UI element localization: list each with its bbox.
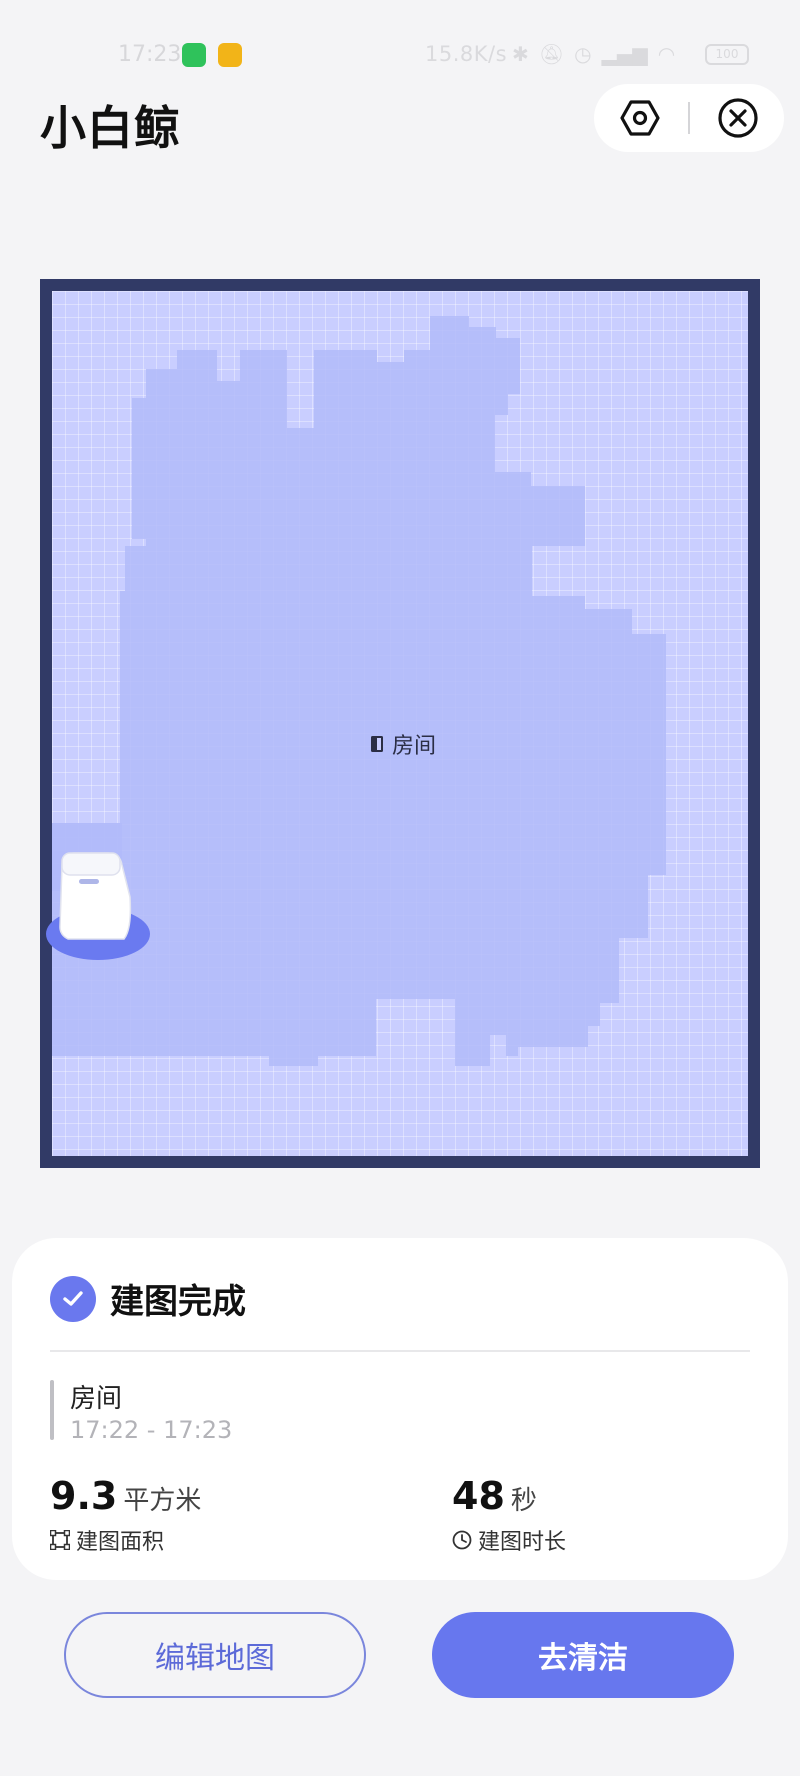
bluetooth-icon: ✱ — [512, 42, 529, 66]
clock-icon — [452, 1530, 472, 1550]
status-icons: ✱ 🔕︎ ◷ ▂▄▆ ◠ — [512, 42, 675, 66]
map-floor — [52, 316, 666, 1066]
divider — [50, 1350, 750, 1352]
map-area: 房间 — [46, 291, 748, 1156]
hexagon-settings-icon — [620, 100, 660, 136]
room-name: 房间 — [70, 1384, 123, 1414]
start-cleaning-button[interactable]: 去清洁 — [432, 1612, 734, 1698]
duration-value: 48 — [452, 1474, 505, 1518]
area-unit: 平方米 — [123, 1486, 202, 1516]
mute-bell-icon: 🔕︎ — [538, 42, 565, 66]
area-stat: 9.3 平方米 — [50, 1474, 201, 1518]
area-label-text: 建图面积 — [76, 1530, 165, 1555]
wifi-icon: ◠ — [657, 42, 676, 66]
duration-label: 建图时长 — [452, 1524, 566, 1556]
robot-icon — [46, 852, 150, 960]
status-bar: 17:23 15.8K/s ✱ 🔕︎ ◷ ▂▄▆ ◠ 100 — [0, 30, 800, 80]
network-speed: 15.8K/s — [425, 42, 508, 66]
duration-unit: 秒 — [510, 1486, 537, 1516]
room-map[interactable]: 房间 — [40, 279, 760, 1168]
close-icon — [718, 98, 758, 138]
edit-map-button[interactable]: 编辑地图 — [64, 1612, 366, 1698]
duration-label-text: 建图时长 — [478, 1530, 567, 1555]
door-icon — [371, 736, 383, 752]
settings-button[interactable] — [616, 94, 664, 142]
page-title: 小白鲸 — [40, 101, 181, 155]
duration-stat: 48 秒 — [452, 1474, 537, 1518]
check-icon — [50, 1276, 96, 1322]
capsule-divider — [688, 102, 690, 134]
area-value: 9.3 — [50, 1474, 118, 1518]
area-icon — [50, 1530, 70, 1550]
alarm-icon: ◷ — [574, 42, 592, 66]
room-time-range: 17:22 - 17:23 — [70, 1416, 233, 1444]
wechat-icon — [182, 43, 206, 67]
signal-icon: ▂▄▆ — [601, 42, 648, 66]
room-label-text: 房间 — [392, 734, 437, 759]
status-time: 17:23 — [118, 42, 182, 67]
battery-icon: 100 — [705, 44, 749, 65]
close-button[interactable] — [714, 94, 762, 142]
mini-program-capsule — [594, 84, 784, 152]
area-label: 建图面积 — [50, 1524, 164, 1556]
room-marker-bar — [50, 1380, 54, 1440]
card-title: 建图完成 — [110, 1282, 246, 1322]
weibo-icon — [218, 43, 242, 67]
mapping-result-card: 建图完成 房间 17:22 - 17:23 9.3 平方米 建图面积 48 秒 建图… — [12, 1238, 788, 1580]
room-label[interactable]: 房间 — [370, 728, 436, 760]
